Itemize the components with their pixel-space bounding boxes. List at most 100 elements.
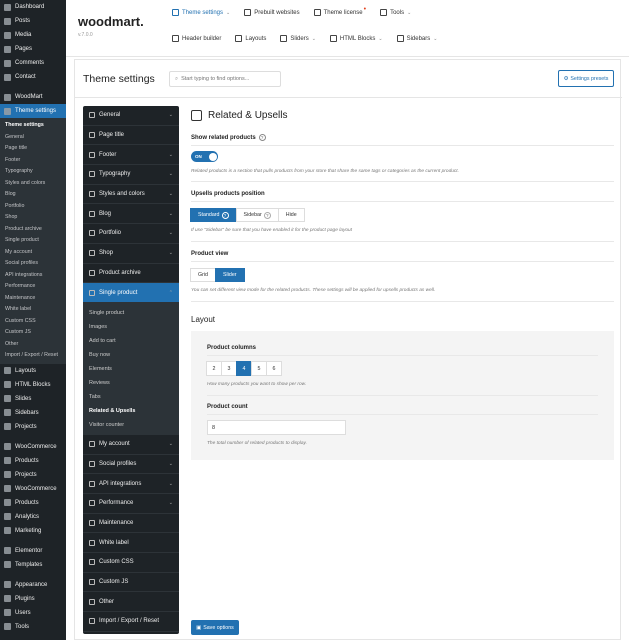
wp-menu-products[interactable]: Products <box>0 454 66 468</box>
settings-nav-my-account[interactable]: My account ⌄ <box>83 435 179 455</box>
nav-html-blocks[interactable]: HTML Blocks ⌄ <box>329 35 383 42</box>
settings-subnav-visitor-counter[interactable]: Visitor counter <box>83 418 179 432</box>
settings-nav-product-archive[interactable]: Product archive <box>83 264 179 284</box>
wp-menu-slides[interactable]: Slides <box>0 392 66 406</box>
option-slider[interactable]: Slider <box>215 268 245 282</box>
settings-nav-custom-js[interactable]: Custom JS <box>83 573 179 593</box>
settings-nav-white-label[interactable]: White label <box>83 533 179 553</box>
settings-subnav-images[interactable]: Images <box>83 320 179 334</box>
wp-menu-dashboard[interactable]: Dashboard <box>0 0 66 14</box>
settings-nav-page-title[interactable]: Page title <box>83 126 179 146</box>
option-6[interactable]: 6 <box>266 361 282 376</box>
nav-prebuilt-websites[interactable]: Prebuilt websites <box>244 9 300 16</box>
settings-nav-other[interactable]: Other <box>83 592 179 613</box>
option-standard[interactable]: Standard? <box>190 208 237 222</box>
wp-submenu-footer[interactable]: Footer <box>0 155 66 167</box>
wp-menu-plugins[interactable]: Plugins <box>0 592 66 606</box>
settings-nav-shop[interactable]: Shop ⌄ <box>83 244 179 264</box>
nav-layouts[interactable]: Layouts <box>235 35 266 42</box>
wp-menu-pages[interactable]: Pages <box>0 42 66 56</box>
settings-nav-single-product[interactable]: Single product ⌃ <box>83 283 179 303</box>
wp-submenu-api-integrations[interactable]: API integrations <box>0 270 66 282</box>
wp-menu-elementor[interactable]: Elementor <box>0 544 66 558</box>
wp-submenu-general[interactable]: General <box>0 132 66 144</box>
settings-nav-portfolio[interactable]: Portfolio ⌄ <box>83 224 179 244</box>
wp-menu-products[interactable]: Products <box>0 496 66 510</box>
nav-sidebars[interactable]: Sidebars ⌄ <box>396 35 437 42</box>
option-5[interactable]: 5 <box>251 361 267 376</box>
settings-nav-general[interactable]: General ⌄ <box>83 106 179 126</box>
wp-submenu-custom-js[interactable]: Custom JS <box>0 327 66 339</box>
settings-nav-footer[interactable]: Footer ⌄ <box>83 145 179 166</box>
wp-submenu-blog[interactable]: Blog <box>0 189 66 201</box>
settings-subnav-reviews[interactable]: Reviews <box>83 376 179 390</box>
settings-nav-api-integrations[interactable]: API integrations ⌄ <box>83 474 179 494</box>
wp-menu-analytics[interactable]: Analytics <box>0 510 66 524</box>
wp-submenu-white-label[interactable]: White label <box>0 304 66 316</box>
wp-submenu-other[interactable]: Other <box>0 339 66 351</box>
wp-menu-marketing[interactable]: Marketing <box>0 524 66 538</box>
settings-subnav-add-to-cart[interactable]: Add to cart <box>83 334 179 348</box>
wp-menu-templates[interactable]: Templates <box>0 558 66 572</box>
wp-menu-html-blocks[interactable]: HTML Blocks <box>0 378 66 392</box>
wp-menu-sidebars[interactable]: Sidebars <box>0 406 66 420</box>
product-count-input[interactable] <box>207 420 346 435</box>
nav-header-builder[interactable]: Header builder <box>172 35 221 42</box>
nav-sliders[interactable]: Sliders ⌄ <box>280 35 316 42</box>
option-sidebar[interactable]: Sidebar? <box>235 208 279 222</box>
wp-menu-comments[interactable]: Comments <box>0 56 66 70</box>
settings-nav-blog[interactable]: Blog ⌄ <box>83 204 179 225</box>
wp-menu-woocommerce[interactable]: WooCommerce <box>0 482 66 496</box>
wp-menu-projects[interactable]: Projects <box>0 468 66 482</box>
wp-menu-woodmart[interactable]: WoodMart <box>0 90 66 104</box>
settings-subnav-tabs[interactable]: Tabs <box>83 390 179 404</box>
search-input[interactable] <box>181 76 277 82</box>
search-field[interactable]: ⌕ <box>169 71 281 87</box>
settings-nav-typography[interactable]: Typography ⌄ <box>83 165 179 185</box>
settings-nav-import-export-reset[interactable]: Import / Export / Reset <box>83 612 179 632</box>
wp-menu-layouts[interactable]: Layouts <box>0 364 66 378</box>
wp-submenu-portfolio[interactable]: Portfolio <box>0 201 66 213</box>
option-grid[interactable]: Grid <box>190 268 217 282</box>
settings-nav-styles-and-colors[interactable]: Styles and colors ⌄ <box>83 185 179 205</box>
settings-subnav-related-upsells[interactable]: Related & Upsells <box>83 404 179 418</box>
wp-submenu-typography[interactable]: Typography <box>0 166 66 178</box>
wp-submenu-page-title[interactable]: Page title <box>0 143 66 155</box>
save-options-button[interactable]: ▣ Save options <box>191 620 239 635</box>
wp-menu-media[interactable]: Media <box>0 28 66 42</box>
wp-menu-appearance[interactable]: Appearance <box>0 578 66 592</box>
settings-nav-maintenance[interactable]: Maintenance <box>83 514 179 534</box>
wp-menu-contact[interactable]: Contact <box>0 70 66 84</box>
settings-subnav-elements[interactable]: Elements <box>83 362 179 376</box>
option-4[interactable]: 4 <box>236 361 252 376</box>
wp-submenu-my-account[interactable]: My account <box>0 247 66 259</box>
settings-nav-custom-css[interactable]: Custom CSS <box>83 553 179 573</box>
option-2[interactable]: 2 <box>206 361 222 376</box>
wp-submenu-import-export-reset[interactable]: Import / Export / Reset <box>0 350 66 362</box>
show-related-toggle[interactable]: ON <box>191 151 218 162</box>
wp-submenu-theme-settings[interactable]: Theme settings <box>0 120 66 132</box>
option-3[interactable]: 3 <box>221 361 237 376</box>
woodmart-logo[interactable]: woodmart. <box>78 14 144 29</box>
wp-submenu-styles-and-colors[interactable]: Styles and colors <box>0 178 66 190</box>
wp-menu-theme-settings[interactable]: Theme settings <box>0 104 66 118</box>
nav-theme-license[interactable]: Theme license • <box>313 6 366 16</box>
wp-menu-tools[interactable]: Tools <box>0 620 66 634</box>
settings-nav-performance[interactable]: Performance ⌄ <box>83 494 179 514</box>
help-icon[interactable]: ? <box>221 211 229 219</box>
settings-subnav-single-product[interactable]: Single product <box>83 306 179 320</box>
wp-submenu-shop[interactable]: Shop <box>0 212 66 224</box>
nav-tools[interactable]: Tools ⌄ <box>380 9 411 16</box>
wp-submenu-custom-css[interactable]: Custom CSS <box>0 316 66 328</box>
settings-presets-button[interactable]: ⚙ Settings presets <box>558 70 614 87</box>
wp-submenu-social-profiles[interactable]: Social profiles <box>0 258 66 270</box>
wp-submenu-single-product[interactable]: Single product <box>0 235 66 247</box>
wp-menu-projects[interactable]: Projects <box>0 420 66 434</box>
wp-submenu-maintenance[interactable]: Maintenance <box>0 293 66 305</box>
help-icon[interactable]: ? <box>263 211 271 219</box>
wp-menu-users[interactable]: Users <box>0 606 66 620</box>
option-hide[interactable]: Hide <box>277 208 305 222</box>
nav-theme-settings[interactable]: Theme settings ⌄ <box>172 9 230 16</box>
wp-menu-woocommerce[interactable]: WooCommerce <box>0 440 66 454</box>
help-icon[interactable]: ? <box>258 134 266 141</box>
